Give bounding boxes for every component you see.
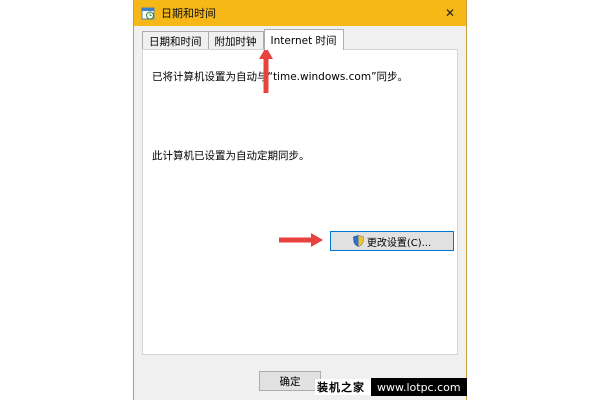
- close-icon: ✕: [444, 6, 456, 20]
- calendar-clock-icon: [141, 6, 155, 20]
- watermark: 装机之家 www.lotpc.com: [315, 378, 467, 396]
- tab-internet-time[interactable]: Internet 时间: [263, 29, 344, 50]
- auto-sync-status-text: 此计算机已设置为自动定期同步。: [152, 150, 310, 162]
- shield-icon: [353, 235, 364, 247]
- sync-status-text: 已将计算机设置为自动与“time.windows.com”同步。: [152, 71, 409, 83]
- internet-time-panel: 已将计算机设置为自动与“time.windows.com”同步。 此计算机已设置…: [142, 49, 458, 355]
- annotation-arrow-up: [259, 47, 273, 93]
- title-bar[interactable]: 日期和时间 ✕: [134, 0, 466, 26]
- change-settings-label: 更改设置(C)...: [366, 237, 432, 249]
- tab-additional-clocks[interactable]: 附加时钟: [208, 31, 264, 50]
- watermark-url: www.lotpc.com: [371, 378, 467, 396]
- date-time-dialog: 日期和时间 ✕ 日期和时间 附加时钟 Internet 时间 已将计算机设置为自…: [133, 0, 467, 400]
- window-title: 日期和时间: [161, 7, 216, 20]
- close-button[interactable]: ✕: [440, 3, 460, 23]
- ok-button[interactable]: 确定: [259, 371, 321, 391]
- tab-date-and-time[interactable]: 日期和时间: [142, 31, 209, 50]
- annotation-arrow-right: [279, 233, 323, 247]
- change-settings-button[interactable]: 更改设置(C)...: [330, 231, 454, 251]
- watermark-site-name: 装机之家: [315, 379, 371, 395]
- tab-strip: 日期和时间 附加时钟 Internet 时间: [142, 29, 344, 50]
